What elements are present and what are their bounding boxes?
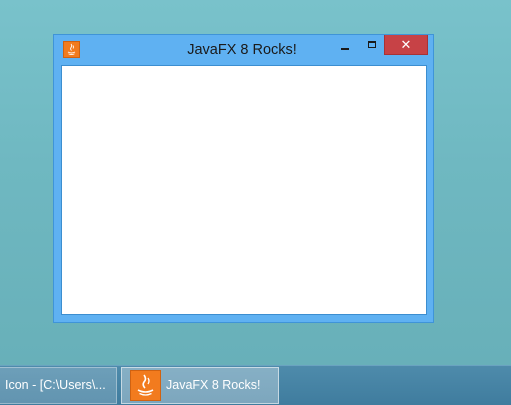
java-cup-icon <box>130 370 161 401</box>
minimize-button[interactable] <box>333 35 359 55</box>
minimize-icon <box>341 48 349 50</box>
window-content-area[interactable] <box>61 65 427 315</box>
taskbar-item-icon-editor[interactable]: Icon - [C:\Users\... <box>0 367 117 404</box>
title-bar[interactable]: JavaFX 8 Rocks! ✕ <box>54 35 433 65</box>
close-button[interactable]: ✕ <box>384 35 428 55</box>
taskbar-item-label: Icon - [C:\Users\... <box>5 378 106 392</box>
close-icon: ✕ <box>400 37 412 52</box>
maximize-button[interactable] <box>359 35 384 55</box>
app-window: JavaFX 8 Rocks! ✕ <box>53 34 434 323</box>
window-title: JavaFX 8 Rocks! <box>187 42 297 58</box>
maximize-icon <box>368 41 376 48</box>
taskbar-item-label: JavaFX 8 Rocks! <box>166 378 261 392</box>
java-cup-icon[interactable] <box>63 41 80 58</box>
taskbar: Icon - [C:\Users\... JavaFX 8 Rocks! <box>0 365 511 405</box>
taskbar-item-javafx[interactable]: JavaFX 8 Rocks! <box>121 367 279 404</box>
